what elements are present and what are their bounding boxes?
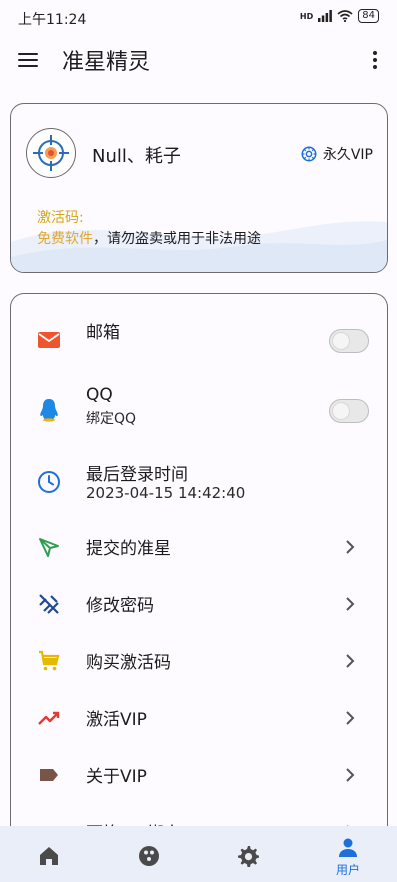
free-software-notice: 免费软件，请勿盗卖或用于非法用途 — [37, 228, 261, 248]
profile-card: Null、耗子 永久VIP 激活码: 免费软件，请勿盗卖或用于非法用途 — [10, 103, 388, 273]
settings-list: 邮箱 QQ 绑定QQ 最后登录时间 2023-04-15 14:42:40 提交… — [10, 293, 388, 854]
qq-icon — [40, 399, 58, 422]
qq-bind-subtitle: 绑定QQ — [86, 411, 137, 427]
label-icon — [40, 769, 58, 781]
wifi-icon — [337, 10, 353, 22]
list-item-submitted-crosshair[interactable]: 提交的准星 — [11, 523, 387, 571]
vip-gear-icon — [301, 146, 317, 162]
network-label: HD — [299, 11, 314, 21]
qq-row[interactable]: QQ 绑定QQ — [11, 385, 387, 434]
list-item-buy-activation-code[interactable]: 购买激活码 — [11, 637, 387, 685]
list-item-change-password[interactable]: 修改密码 — [11, 580, 387, 628]
bottom-navigation: 用户 — [0, 826, 397, 882]
last-login-label: 最后登录时间 — [86, 465, 188, 485]
email-icon — [38, 332, 60, 348]
status-bar: 上午11:24 HD 84 — [0, 0, 397, 34]
chevron-right-icon — [346, 768, 355, 782]
send-icon — [39, 538, 59, 557]
cart-icon — [39, 650, 60, 671]
email-toggle[interactable] — [329, 329, 369, 353]
chevron-right-icon — [346, 597, 355, 611]
trending-icon — [38, 711, 60, 725]
battery-indicator: 84 — [358, 9, 379, 23]
nav-settings[interactable] — [213, 826, 283, 882]
chevron-right-icon — [346, 654, 355, 668]
activation-code-label: 激活码: — [37, 210, 84, 226]
last-login-value: 2023-04-15 14:42:40 — [86, 484, 246, 502]
list-item-label: 提交的准星 — [86, 539, 171, 559]
list-item-label: 购买激活码 — [86, 653, 171, 673]
list-item-label: 关于VIP — [86, 767, 147, 787]
dots-circle-icon — [139, 846, 159, 866]
vip-badge[interactable]: 永久VIP — [300, 144, 373, 164]
list-item-about-vip[interactable]: 关于VIP — [11, 751, 387, 799]
list-item-label: 激活VIP — [86, 710, 147, 730]
status-icons: HD 84 — [300, 9, 379, 23]
email-row[interactable]: 邮箱 — [11, 316, 387, 364]
app-title: 准星精灵 — [62, 50, 151, 75]
username: Null、耗子 — [92, 146, 181, 167]
home-icon — [40, 847, 58, 865]
chevron-right-icon — [346, 540, 355, 554]
qq-toggle[interactable] — [329, 399, 369, 423]
nav-discover[interactable] — [114, 826, 184, 882]
app-bar: 准星精灵 — [0, 38, 397, 84]
key-off-icon — [39, 594, 59, 614]
email-label: 邮箱 — [86, 323, 120, 343]
chevron-right-icon — [346, 711, 355, 725]
nav-user[interactable]: 用户 — [313, 826, 383, 882]
list-item-activate-vip[interactable]: 激活VIP — [11, 694, 387, 742]
person-icon — [339, 838, 357, 857]
nav-home[interactable] — [14, 826, 84, 882]
notice-text: ，请勿盗卖或用于非法用途 — [93, 231, 261, 247]
avatar[interactable] — [26, 128, 76, 178]
vip-label: 永久VIP — [322, 147, 373, 163]
qq-label: QQ — [86, 385, 113, 405]
notice-highlight: 免费软件 — [37, 231, 93, 247]
list-item-label: 修改密码 — [86, 596, 154, 616]
menu-icon[interactable] — [16, 50, 40, 70]
last-login-row: 最后登录时间 2023-04-15 14:42:40 — [11, 458, 387, 506]
gear-icon — [238, 846, 259, 867]
nav-user-label: 用户 — [335, 863, 360, 877]
crosshair-icon — [33, 135, 69, 171]
more-options-icon[interactable] — [367, 48, 383, 72]
status-time: 上午11:24 — [18, 12, 87, 28]
signal-icon — [318, 10, 333, 22]
clock-icon — [38, 471, 60, 493]
